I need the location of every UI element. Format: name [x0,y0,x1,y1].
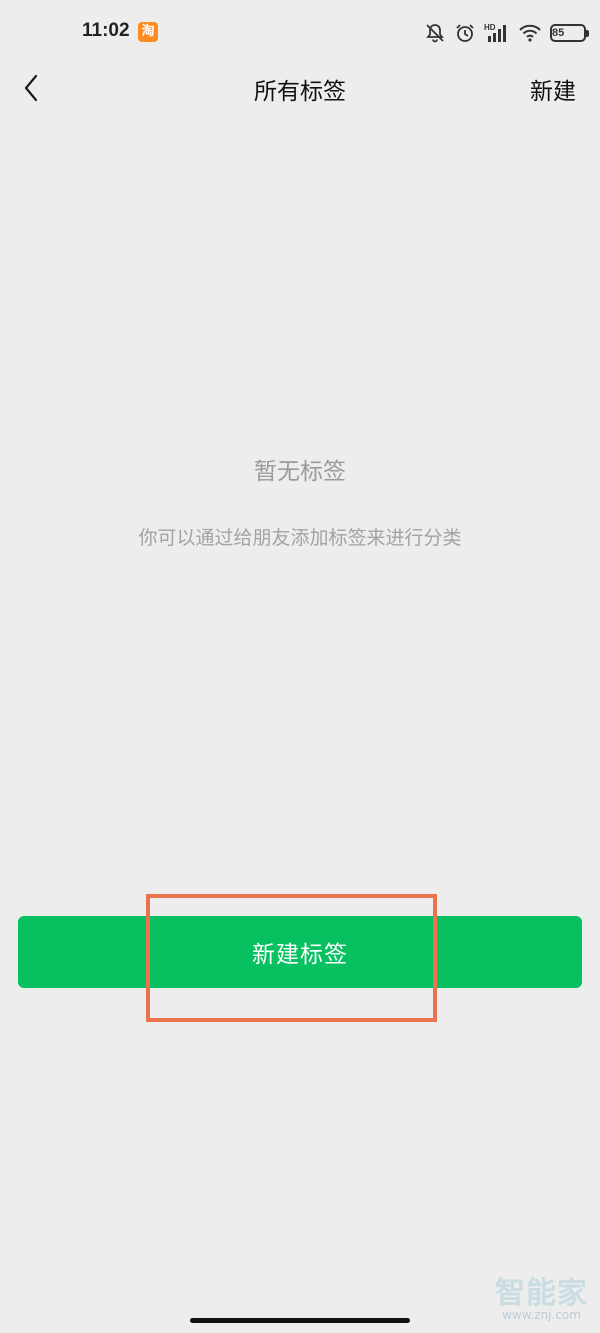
empty-state-title: 暂无标签 [254,459,346,485]
nav-bar: 所有标签 新建 [0,66,600,110]
status-time: 11:02 [82,20,130,41]
new-tag-button[interactable]: 新建标签 [18,916,582,988]
alarm-icon [454,22,476,44]
watermark: 智能家 www.znj.com [495,1268,588,1322]
taobao-icon: 淘 [138,22,158,42]
hd-signal-icon: HD [484,22,510,44]
empty-state-description: 你可以通过给朋友添加标签来进行分类 [138,527,462,549]
new-button[interactable]: 新建 [530,72,576,106]
battery-icon: 85 [550,24,589,42]
watermark-logo-text: 智能家 [495,1276,588,1311]
page-title: 所有标签 [254,79,346,105]
svg-text:HD: HD [484,23,496,32]
home-indicator[interactable] [190,1318,410,1323]
wifi-icon [518,23,542,43]
status-icons: HD 85 [424,20,589,46]
watermark-url: www.znj.com [502,1308,581,1322]
status-bar: 11:02 淘 HD 85 [0,0,600,66]
mute-bell-icon [424,22,446,44]
